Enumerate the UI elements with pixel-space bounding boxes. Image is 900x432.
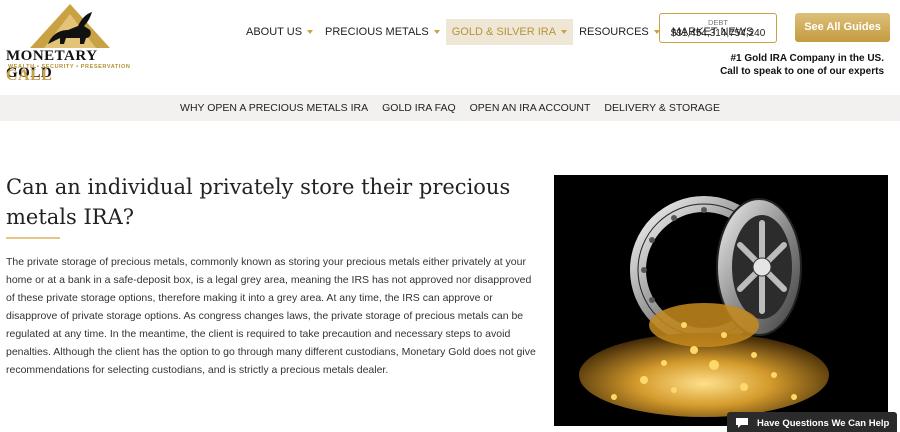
page-title: Can an individual privately store their …	[6, 175, 511, 229]
sub-nav: WHY OPEN A PRECIOUS METALS IRA GOLD IRA …	[0, 95, 900, 121]
title-divider	[6, 237, 60, 239]
subnav-delivery-storage[interactable]: DELIVERY & STORAGE	[604, 102, 720, 114]
nav-label: RESOURCES	[579, 26, 649, 38]
nav-label: GOLD & SILVER IRA	[451, 26, 557, 38]
subnav-why-open-ira[interactable]: WHY OPEN A PRECIOUS METALS IRA	[180, 102, 368, 114]
chat-help-button[interactable]: Have Questions We Can Help	[727, 412, 897, 432]
debt-label: DEBT	[707, 18, 728, 27]
call-link[interactable]: CALL	[6, 67, 52, 85]
nav-about-us[interactable]: ABOUT US	[240, 19, 319, 45]
subnav-open-ira-account[interactable]: OPEN AN IRA ACCOUNT	[470, 102, 591, 114]
chat-bubble-icon	[736, 418, 748, 428]
debt-clock[interactable]: DEBT $31,454,314,754,240	[659, 13, 777, 43]
promo-text: #1 Gold IRA Company in the US. Call to s…	[720, 52, 884, 78]
article-body: The private storage of precious metals, …	[6, 256, 536, 376]
subnav-gold-ira-faq[interactable]: GOLD IRA FAQ	[382, 102, 456, 114]
nav-resources[interactable]: RESOURCES	[573, 19, 666, 45]
promo-line-2[interactable]: Call to speak to one of our experts	[720, 65, 884, 78]
chevron-down-icon	[307, 30, 314, 34]
promo-line-1: #1 Gold IRA Company in the US.	[730, 53, 884, 64]
chevron-down-icon	[433, 30, 440, 34]
nav-label: ABOUT US	[246, 26, 303, 38]
chevron-down-icon	[561, 30, 568, 34]
nav-label: PRECIOUS METALS	[325, 26, 429, 38]
vault-gold-image	[554, 175, 888, 426]
vault-illustration	[579, 196, 829, 417]
see-all-guides-button[interactable]: See All Guides	[795, 13, 890, 42]
chat-label: Have Questions We Can Help	[757, 417, 890, 429]
debt-value: $31,454,314,754,240	[670, 28, 766, 39]
bull-logo-icon	[30, 4, 110, 48]
nav-precious-metals[interactable]: PRECIOUS METALS	[319, 19, 446, 45]
nav-gold-silver-ira[interactable]: GOLD & SILVER IRA	[445, 19, 574, 45]
